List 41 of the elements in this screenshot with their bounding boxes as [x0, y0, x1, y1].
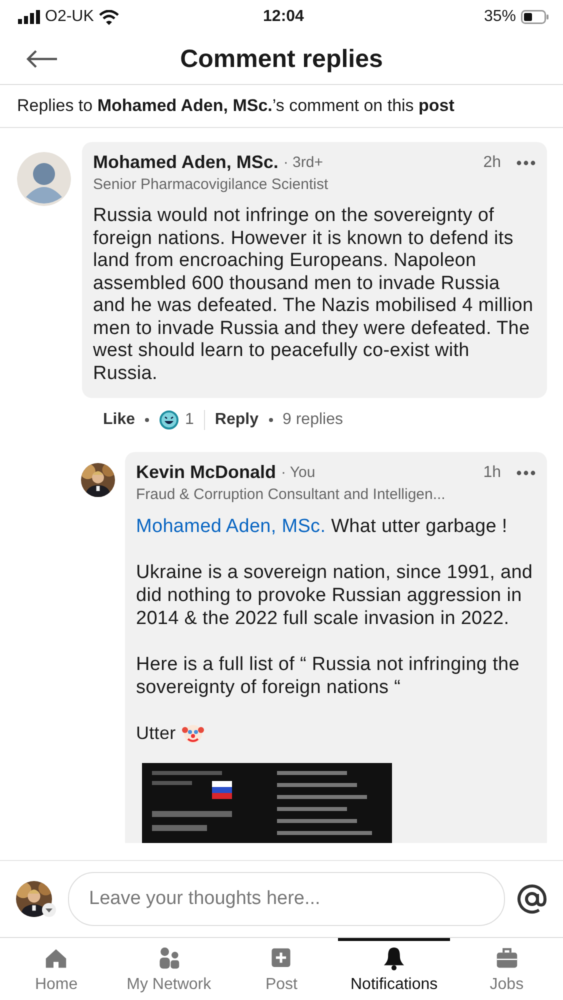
carrier-name: O2-UK: [45, 8, 94, 26]
reply-text: Ukraine is a sovereign nation, since 1991, and did nothing to provoke Russian aggression in 2014 & the 2022 full scale invasion in 2022.: [136, 561, 534, 630]
comment-text: Russia would not infringe on the sovereignty of foreign nations. However it is known to defend its land from encroaching Europeans. Napoleon assembled 600 thousand men to invade Russia and he was defeated. The Nazis mobilised 4 million men to invade Russia and they were defeated. The west should learn to peacefully co-exist with Russia.: [93, 205, 534, 385]
connection-degree: · 3rd+: [283, 154, 323, 171]
more-icon[interactable]: [516, 470, 536, 476]
signal-icon: [18, 10, 40, 24]
nav-tab[interactable]: Post: [225, 938, 338, 1000]
author-headline: Fraud & Corruption Consultant and Intelligen...: [136, 486, 446, 503]
laughing-face-icon[interactable]: [159, 410, 180, 430]
reply-text: Here is a full list of “ Russia not infringing the sovereignty of foreign nations “: [136, 653, 520, 699]
separator-dot: [145, 418, 150, 422]
mention-link[interactable]: Mohamed Aden, MSc.: [136, 516, 326, 537]
mention-icon[interactable]: [517, 884, 547, 914]
comment-input-field[interactable]: Leave your thoughts here...: [68, 872, 505, 926]
more-icon[interactable]: [516, 160, 536, 166]
author-name[interactable]: Kevin McDonald: [136, 462, 276, 483]
replies-count[interactable]: 9 replies: [282, 411, 343, 429]
clock-time: 12:04: [263, 8, 304, 26]
caret-icon[interactable]: [42, 903, 56, 917]
nav-tab[interactable]: Home: [0, 938, 113, 1000]
connection-degree: · You: [281, 464, 316, 481]
reply-text: Utter: [136, 722, 176, 745]
context-text: Replies to Mohamed Aden, MSc.’s comment on this post: [0, 85, 563, 128]
timestamp: 1h: [483, 464, 501, 482]
page-title: Comment replies: [180, 44, 383, 74]
battery-icon: [520, 10, 549, 24]
reaction-count: 1: [185, 411, 194, 429]
like-button[interactable]: Like: [103, 411, 136, 429]
nav-tab[interactable]: My Network: [112, 938, 226, 1000]
reply-text: Mohamed Aden, MSc. What utter garbage !: [136, 515, 508, 538]
reply-button[interactable]: Reply: [214, 411, 258, 429]
separator-dot: [268, 418, 272, 422]
nav-tab[interactable]: Notifications: [338, 938, 450, 1000]
author-name[interactable]: Mohamed Aden, MSc.: [93, 152, 278, 173]
nav-tab[interactable]: Jobs: [450, 938, 563, 1000]
wifi-icon: [98, 10, 119, 24]
battery-percent: 35%: [484, 8, 516, 26]
author-headline: Senior Pharmacovigilance Scientist: [93, 176, 330, 193]
avatar-icon[interactable]: [17, 152, 71, 206]
timestamp: 2h: [483, 154, 501, 172]
back-arrow-icon[interactable]: [26, 49, 58, 69]
